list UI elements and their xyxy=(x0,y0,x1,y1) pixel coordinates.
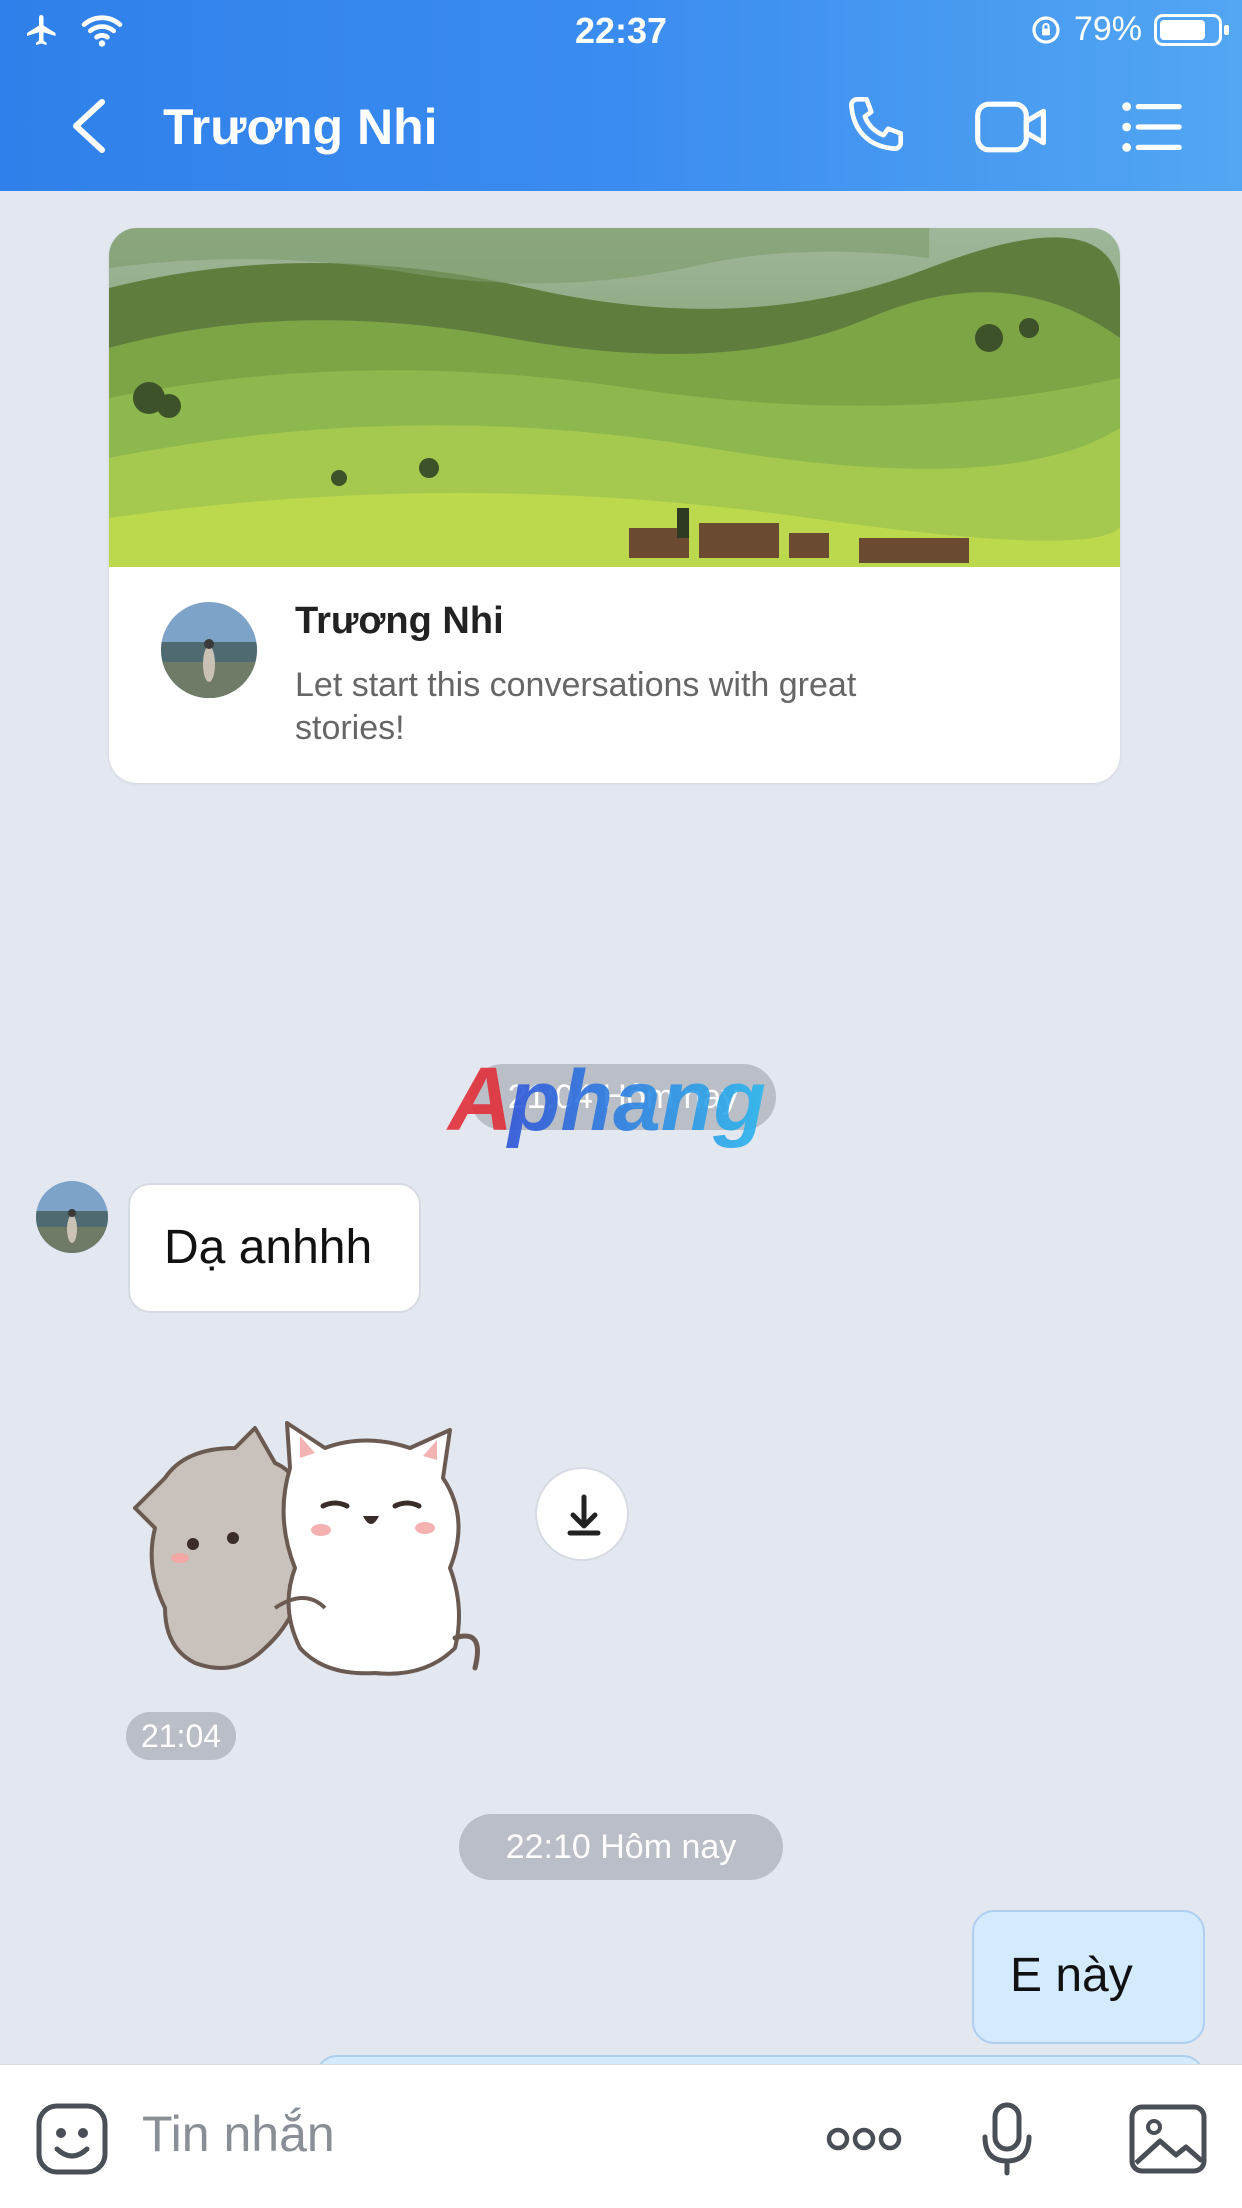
back-chevron-icon[interactable] xyxy=(62,94,118,158)
incoming-message-bubble[interactable]: Dạ anhhh xyxy=(128,1183,421,1313)
battery-icon xyxy=(1154,13,1229,46)
aphang-watermark-logo: A phang xyxy=(446,1050,766,1150)
sender-avatar[interactable] xyxy=(36,1181,108,1253)
profile-intro-card[interactable]: Trương Nhi Let start this conversations … xyxy=(109,228,1120,783)
message-input[interactable]: Tin nhắn xyxy=(142,2105,335,2163)
phone-call-icon[interactable] xyxy=(838,92,908,162)
status-bar: 22:37 79% xyxy=(0,0,1242,62)
time-separator-pill-2: 22:10 Hôm nay xyxy=(459,1814,783,1880)
nav-row: Trương Nhi xyxy=(0,62,1242,191)
orientation-lock-icon xyxy=(1032,15,1060,44)
intro-card-name: Trương Nhi xyxy=(295,600,504,642)
video-call-icon[interactable] xyxy=(972,92,1052,162)
microphone-icon[interactable] xyxy=(965,2097,1049,2181)
menu-list-icon[interactable] xyxy=(1115,92,1185,162)
svg-text:A: A xyxy=(446,1050,513,1150)
image-gallery-icon[interactable] xyxy=(1126,2097,1210,2181)
chat-title[interactable]: Trương Nhi xyxy=(163,98,438,156)
contact-avatar[interactable] xyxy=(161,602,257,698)
svg-text:phang: phang xyxy=(506,1053,766,1149)
sticker-timestamp: 21:04 xyxy=(126,1712,236,1760)
intro-card-description: Let start this conversations with great … xyxy=(295,666,857,747)
download-icon xyxy=(567,1494,601,1536)
more-options-icon[interactable] xyxy=(822,2097,906,2181)
message-composer: Tin nhắn xyxy=(0,2064,1242,2208)
cat-sticker[interactable] xyxy=(125,1408,505,1688)
outgoing-message-bubble[interactable]: E này xyxy=(972,1910,1205,2044)
landscape-banner-image xyxy=(109,228,1120,567)
battery-percent: 79% xyxy=(1073,10,1142,48)
status-right: 79% xyxy=(1030,10,1229,49)
header-bar: 22:37 79% Trương Nhi xyxy=(0,0,1242,191)
download-sticker-button[interactable] xyxy=(535,1467,629,1561)
emoji-sticker-icon[interactable] xyxy=(30,2097,114,2181)
